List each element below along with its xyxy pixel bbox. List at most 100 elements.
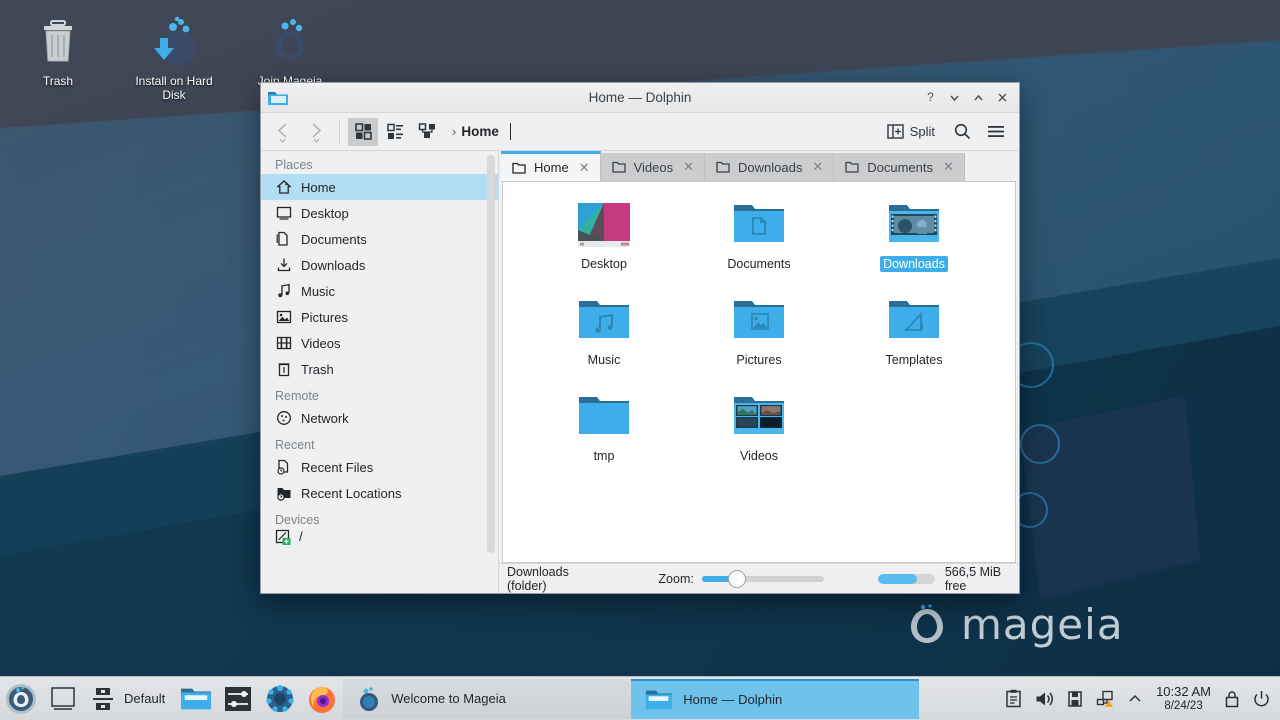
sidebar-scrollbar[interactable] — [487, 155, 495, 553]
network-icon[interactable] — [1096, 690, 1114, 708]
tab-label: Documents — [867, 160, 933, 175]
menu-button[interactable] — [981, 118, 1011, 146]
tab-label: Home — [534, 160, 569, 175]
tab-home[interactable]: Home ✕ — [501, 151, 601, 181]
folder-templates-icon — [886, 296, 942, 346]
close-button[interactable] — [991, 87, 1013, 109]
taskbar-window-welcome-to-mageia[interactable]: Welcome to Mageia — [343, 679, 631, 719]
search-button[interactable] — [947, 118, 977, 146]
view-details-button[interactable] — [380, 118, 410, 146]
sidebar-item-recent-files[interactable]: Recent Files — [261, 454, 498, 480]
taskbar-window-home-dolphin[interactable]: Home — Dolphin — [631, 679, 919, 719]
dolphin-window[interactable]: Home — Dolphin ? — [260, 82, 1020, 594]
sidebar-item-desktop[interactable]: Desktop — [261, 200, 498, 226]
split-button[interactable]: Split — [879, 118, 943, 146]
gear-icon — [265, 684, 295, 714]
desktop-icon-join-mageia[interactable]: Join Mageia — [238, 12, 342, 88]
breadcrumb-path[interactable]: Home — [461, 124, 499, 139]
sidebar-item-root-device[interactable]: / — [261, 529, 498, 549]
tab-label: Downloads — [738, 160, 802, 175]
zoom-control[interactable]: Zoom: — [658, 572, 823, 586]
sidebar-item-label: Desktop — [301, 206, 349, 221]
tab-documents[interactable]: Documents ✕ — [834, 153, 965, 181]
application-launcher-button[interactable] — [5, 683, 37, 715]
breadcrumb-text-cursor — [510, 123, 511, 140]
sidebar-item-downloads[interactable]: Downloads — [261, 252, 498, 278]
file-item-videos[interactable]: Videos — [682, 386, 837, 474]
view-icons-button[interactable] — [348, 118, 378, 146]
taskbar[interactable]: Default — [0, 676, 1280, 720]
sidebar-item-network[interactable]: Network — [261, 405, 498, 431]
power-icon[interactable] — [1253, 690, 1270, 708]
tab-videos[interactable]: Videos ✕ — [601, 153, 705, 181]
show-desktop-button[interactable] — [47, 683, 79, 715]
trash-icon — [275, 361, 292, 378]
tab-downloads[interactable]: Downloads ✕ — [705, 153, 834, 181]
taskbar-launcher-system-settings[interactable] — [222, 683, 254, 715]
tab-close-button[interactable]: ✕ — [683, 159, 694, 175]
file-item-tmp[interactable]: tmp — [527, 386, 682, 474]
desktop[interactable]: mageia Trash — [0, 0, 1280, 720]
volume-icon[interactable] — [1035, 690, 1054, 708]
toolbar-right-group[interactable]: Split — [879, 118, 1011, 146]
places-panel[interactable]: Places Home Desktop — [261, 151, 499, 593]
recent-locations-icon — [275, 485, 292, 502]
view-compact-button[interactable] — [412, 118, 442, 146]
file-item-documents[interactable]: Documents — [682, 194, 837, 282]
breadcrumb[interactable]: › Home — [452, 119, 877, 145]
taskbar-launcher-file-manager[interactable] — [180, 683, 212, 715]
folder-icon — [645, 687, 673, 713]
sidebar-item-music[interactable]: Music — [261, 278, 498, 304]
window-toolbar[interactable]: › Home Split — [261, 113, 1019, 151]
tab-close-button[interactable]: ✕ — [943, 159, 954, 175]
file-view[interactable]: Desktop — [502, 181, 1016, 563]
lock-icon[interactable] — [1224, 690, 1240, 708]
window-controls[interactable]: ? — [919, 87, 1019, 109]
zoom-slider[interactable] — [702, 576, 824, 582]
tab-close-button[interactable]: ✕ — [579, 160, 590, 176]
sidebar-item-home[interactable]: Home — [261, 174, 498, 200]
sidebar-group-title: Recent — [261, 431, 498, 454]
removable-media-icon[interactable] — [1067, 690, 1083, 708]
folder-icon — [845, 160, 859, 174]
file-item-downloads[interactable]: Downloads — [837, 194, 992, 282]
file-item-pictures[interactable]: Pictures — [682, 290, 837, 378]
clipboard-icon[interactable] — [1005, 689, 1022, 708]
free-space-label: 566,5 MiB free — [945, 565, 1011, 593]
window-body: Places Home Desktop — [261, 151, 1019, 593]
sidebar-item-pictures[interactable]: Pictures — [261, 304, 498, 330]
breadcrumb-separator: › — [452, 124, 456, 139]
show-hidden-icons-chevron-icon[interactable] — [1127, 692, 1143, 706]
toolbar-separator — [339, 121, 340, 143]
file-item-templates[interactable]: Templates — [837, 290, 992, 378]
trash-icon — [6, 12, 110, 72]
screenshot-thumb-icon — [576, 200, 632, 250]
sidebar-item-videos[interactable]: Videos — [261, 330, 498, 356]
maximize-button[interactable] — [967, 87, 989, 109]
tab-close-button[interactable]: ✕ — [812, 159, 823, 175]
pictures-icon — [275, 309, 292, 326]
help-button[interactable]: ? — [919, 87, 941, 109]
pager[interactable]: Default — [90, 684, 165, 714]
back-button[interactable] — [269, 118, 299, 146]
sidebar-item-documents[interactable]: Documents — [261, 226, 498, 252]
taskbar-launcher-firefox[interactable] — [306, 683, 338, 715]
zoom-slider-handle[interactable] — [728, 570, 746, 588]
sidebar-item-trash[interactable]: Trash — [261, 356, 498, 382]
sidebar-item-recent-locations[interactable]: Recent Locations — [261, 480, 498, 506]
tab-bar[interactable]: Home ✕ Videos ✕ Downloads ✕ — [499, 151, 1019, 181]
window-titlebar[interactable]: Home — Dolphin ? — [261, 83, 1019, 113]
desktop-icon — [275, 205, 292, 222]
clock[interactable]: 10:32 AM 8/24/23 — [1156, 685, 1211, 713]
forward-button[interactable] — [301, 118, 331, 146]
file-item-desktop[interactable]: Desktop — [527, 194, 682, 282]
desktop-icon-install-hard-disk[interactable]: Install on Hard Disk — [122, 12, 226, 102]
file-item-music[interactable]: Music — [527, 290, 682, 378]
sidebar-group-title: Devices — [261, 506, 498, 529]
desktop-icon-trash[interactable]: Trash — [6, 12, 110, 88]
system-tray[interactable]: 10:32 AM 8/24/23 — [1005, 685, 1280, 713]
folder-music-icon — [576, 296, 632, 346]
taskbar-launcher-kde-settings[interactable] — [264, 683, 296, 715]
zoom-label: Zoom: — [658, 572, 693, 586]
minimize-button[interactable] — [943, 87, 965, 109]
